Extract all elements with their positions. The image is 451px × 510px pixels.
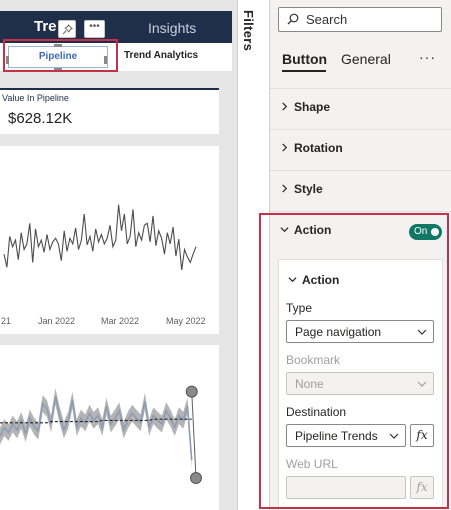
tab-trend-analytics-button[interactable]: Trend Analytics (124, 50, 198, 61)
report-canvas: Tre Insights ••• Pipeline Trend Analytic… (0, 0, 237, 510)
filters-label: Filters (241, 10, 256, 52)
chevron-right-icon (282, 102, 288, 111)
forecast-band-chart-card[interactable] (0, 345, 219, 510)
nav-title: Tre (34, 18, 57, 35)
active-tab-indicator (282, 70, 326, 72)
data-marker (185, 385, 198, 398)
chevron-right-icon (282, 184, 288, 193)
tab-button[interactable]: Button (282, 51, 327, 67)
nav-insights-link[interactable]: Insights (148, 20, 196, 36)
x-axis-tick-label: 21 (1, 316, 12, 326)
search-input[interactable] (306, 11, 436, 28)
forecast-band-chart (0, 385, 202, 484)
pin-button[interactable] (58, 20, 76, 38)
section-label: Style (294, 182, 323, 196)
more-options-button[interactable]: ••• (84, 20, 105, 38)
section-label: Shape (294, 100, 331, 114)
data-marker (190, 472, 202, 484)
search-icon (287, 13, 299, 25)
x-axis-tick-label: Mar 2022 (101, 316, 140, 326)
section-style[interactable]: Style (270, 170, 451, 210)
x-axis-tick-label: May 2022 (166, 316, 206, 326)
kpi-value: $628.12K (8, 110, 73, 127)
highlight-box-pipeline-tab (3, 39, 118, 72)
x-axis-tick-label: Jan 2022 (38, 316, 76, 326)
kpi-card[interactable]: Value In Pipeline $628.12K (0, 88, 219, 134)
line-series (3, 204, 197, 271)
tab-general[interactable]: General (341, 51, 391, 67)
pane-more-options-button[interactable]: ··· (419, 49, 436, 65)
section-label: Rotation (294, 141, 343, 155)
section-rotation[interactable]: Rotation (270, 129, 451, 169)
section-shape[interactable]: Shape (270, 88, 451, 128)
confidence-band (0, 388, 192, 469)
chevron-right-icon (282, 143, 288, 152)
line-chart-card[interactable]: 21 Jan 2022 Mar 2022 May 2022 (0, 146, 219, 334)
highlight-box-action-section (259, 213, 449, 509)
marker-connector (191, 391, 197, 479)
pin-icon (62, 23, 73, 34)
kpi-label: Value In Pipeline (2, 93, 69, 103)
search-box[interactable] (278, 7, 442, 32)
line-chart (3, 204, 197, 271)
